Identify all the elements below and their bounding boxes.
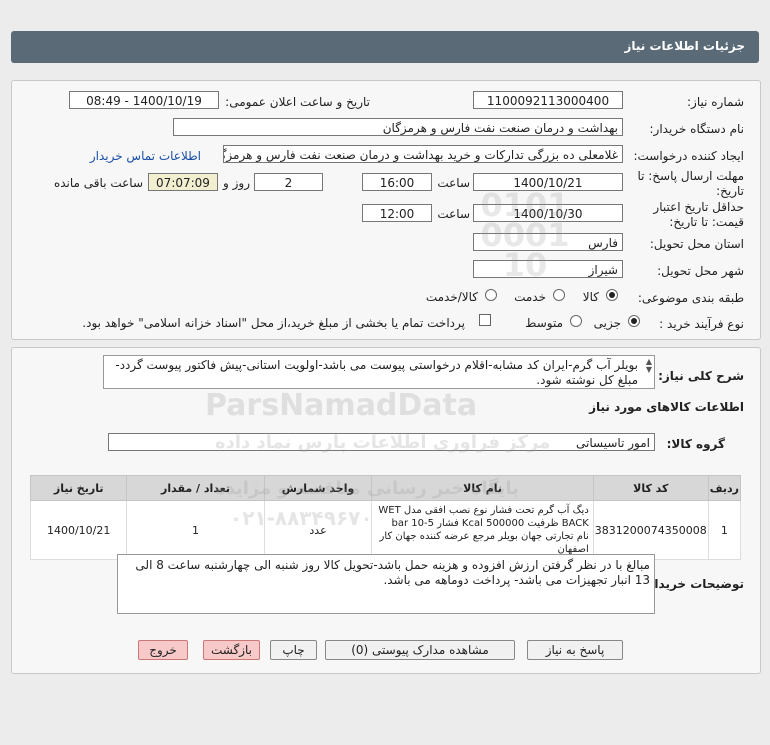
reply-deadline-label-1: مهلت ارسال پاسخ: تا	[637, 169, 744, 183]
col-row: رديف	[707, 475, 742, 501]
announce-datetime-label: تاريخ و ساعت اعلان عمومی:	[225, 95, 370, 109]
process-option-partial: جزيی	[593, 316, 621, 330]
valid-date-field: 1400/10/30	[473, 204, 623, 222]
col-unit: واحد شمارش	[263, 475, 373, 501]
reply-time-field: 16:00	[362, 173, 432, 191]
reply-date-field: 1400/10/21	[473, 173, 623, 191]
city-label: شهر محل تحويل:	[657, 264, 744, 278]
cell-name: ديگ آب گرم تحت فشار نوع نصب افقی مدل WET…	[371, 500, 594, 560]
col-code: کد کالا	[592, 475, 709, 501]
requester-label: ايجاد کننده درخواست:	[633, 149, 744, 163]
treasury-payment-note: پرداخت تمام يا بخشی از مبلغ خريد،از محل …	[82, 316, 465, 330]
cell-date: 1400/10/21	[29, 500, 128, 560]
goods-table-header: رديف کد کالا نام کالا واحد شمارش تعداد /…	[29, 475, 742, 501]
buyer-org-label: نام دستگاه خريدار:	[649, 122, 745, 136]
reply-time-label: ساعت	[437, 176, 470, 190]
buyer-contact-link[interactable]: اطلاعات تماس خريدار	[90, 149, 201, 163]
treasury-payment-checkbox[interactable]	[479, 314, 491, 326]
col-name: نام کالا	[371, 475, 594, 501]
remaining-time-field: 07:07:09	[148, 173, 218, 191]
col-date: تاريخ نياز	[29, 475, 128, 501]
page-title: جزئيات اطلاعات نياز	[624, 39, 745, 53]
province-field: فارس	[473, 233, 623, 251]
need-number-field: 1100092113000400	[473, 91, 623, 109]
page-header: جزئيات اطلاعات نياز	[11, 31, 759, 63]
category-label: طبقه بندی موضوعی:	[637, 291, 744, 305]
table-row: 1 3831200074350008 ديگ آب گرم تحت فشار ن…	[29, 500, 742, 560]
price-valid-label-2: قيمت: تا تاريخ:	[669, 215, 744, 229]
price-valid-label-1: حداقل تاريخ اعتبار	[653, 200, 744, 214]
days-and-label: روز و	[223, 176, 250, 190]
category-option-goods-service: کالا/خدمت	[425, 290, 478, 304]
view-docs-button[interactable]: مشاهده مدارک پيوستی (0)	[325, 640, 515, 660]
need-number-label: شماره نياز:	[687, 95, 744, 109]
general-desc-field: بويلر آب گرم-ايران کد مشابه-اقلام درخواس…	[103, 355, 655, 389]
category-option-service: خدمت	[514, 290, 546, 304]
category-radio-goods[interactable]	[606, 289, 618, 301]
col-qty: تعداد / مقدار	[126, 475, 265, 501]
valid-time-label: ساعت	[437, 207, 470, 221]
process-option-medium: متوسط	[525, 316, 563, 330]
buyer-notes-field: مبالغ با در نظر گرفتن ارزش افزوده و هزين…	[117, 554, 655, 614]
exit-button[interactable]: خروج	[138, 640, 188, 660]
general-desc-label: شرح کلی نياز:	[658, 369, 744, 383]
reply-days-field: 2	[254, 173, 323, 191]
goods-group-label: گروه کالا:	[666, 437, 725, 451]
province-label: استان محل تحويل:	[649, 237, 744, 251]
reply-deadline-label: مهلت ارسال پاسخ: تا تاريخ:	[637, 169, 744, 199]
price-valid-label: حداقل تاريخ اعتبار قيمت: تا تاريخ:	[653, 200, 744, 230]
buyer-org-field: بهداشت و درمان صنعت نفت فارس و هرمزگان	[173, 118, 623, 136]
cell-row: 1	[707, 500, 742, 560]
reply-deadline-label-2: تاريخ:	[716, 184, 744, 198]
scroll-arrows-icon[interactable]: ▲ ▼	[646, 358, 652, 374]
announce-datetime-field: 1400/10/19 - 08:49	[69, 91, 219, 109]
print-button[interactable]: چاپ	[270, 640, 317, 660]
cell-code: 3831200074350008	[592, 500, 709, 560]
buyer-notes-text: مبالغ با در نظر گرفتن ارزش افزوده و هزين…	[135, 558, 650, 587]
goods-table: رديف کد کالا نام کالا واحد شمارش تعداد /…	[29, 475, 742, 560]
category-option-goods: کالا	[582, 290, 599, 304]
remaining-label: ساعت باقی مانده	[53, 176, 143, 190]
category-radio-goods-service[interactable]	[485, 289, 497, 301]
goods-group-field: امور تاسيساتی	[108, 433, 655, 451]
process-label: نوع فرآيند خريد :	[659, 317, 744, 331]
valid-time-field: 12:00	[362, 204, 432, 222]
category-radio-service[interactable]	[553, 289, 565, 301]
buyer-notes-label: توضيحات خريدار:	[642, 577, 744, 591]
process-radio-partial[interactable]	[628, 315, 640, 327]
general-desc-text: بويلر آب گرم-ايران کد مشابه-اقلام درخواس…	[115, 358, 638, 387]
goods-info-title: اطلاعات کالاهای مورد نياز	[589, 400, 744, 414]
reply-button[interactable]: پاسخ به نياز	[527, 640, 623, 660]
cell-qty: 1	[126, 500, 265, 560]
city-field: شيراز	[473, 260, 623, 278]
cell-unit: عدد	[263, 500, 373, 560]
back-button[interactable]: بازگشت	[203, 640, 260, 660]
process-radio-medium[interactable]	[570, 315, 582, 327]
requester-field: غلامعلی ده بزرگی تدارکات و خريد بهداشت و…	[223, 145, 623, 163]
